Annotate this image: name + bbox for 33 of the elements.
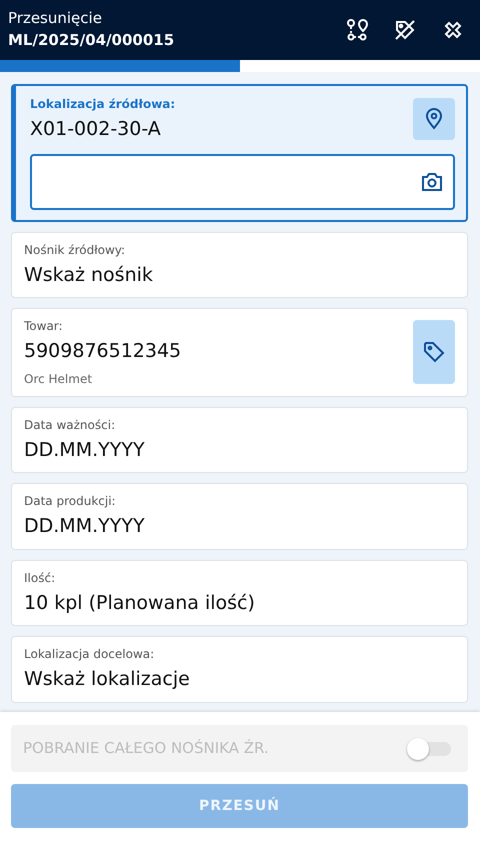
close-icon <box>442 19 464 41</box>
route-icon <box>346 18 368 42</box>
field-label: Towar: <box>24 318 64 335</box>
field-value: Wskaż nośnik <box>24 262 154 288</box>
field-label: Nośnik źródłowy: <box>24 242 126 258</box>
field-card[interactable]: Towar: 5909876512345 Orc Helmet <box>11 308 468 396</box>
camera-icon[interactable] <box>421 172 443 192</box>
field-card[interactable]: Data produkcji: DD.MM.YYYY <box>11 483 468 550</box>
field-value: X01-002-30-A <box>30 117 162 142</box>
document-number: ML/2025/04/000015 <box>8 30 176 50</box>
product-name: Orc Helmet <box>24 370 94 388</box>
scan-field[interactable] <box>30 154 455 210</box>
field-card[interactable]: Lokalizacja docelowa: Wskaż lokalizacje <box>11 636 468 702</box>
field-label: Data ważności: <box>24 416 116 434</box>
field-value: 5909876512345 <box>24 339 182 364</box>
field-label: Lokalizacja źródłowa: <box>30 96 176 113</box>
tag-icon <box>423 341 445 364</box>
field-card[interactable]: Lokalizacja źródłowa: X01-002-30-A <box>11 84 468 222</box>
field-label: Ilość: <box>24 570 56 586</box>
location-pin-icon <box>425 108 443 130</box>
field-value: DD.MM.YYYY <box>24 438 146 462</box>
field-card[interactable]: Nośnik źródłowy: Wskaż nośnik <box>11 232 468 298</box>
location-button[interactable] <box>413 98 455 140</box>
crossed-tag-icon <box>393 18 417 42</box>
field-value: 10 kpl (Planowana ilość) <box>24 590 256 616</box>
field-value: Wskaż lokalizacje <box>24 667 191 692</box>
field-card[interactable]: Ilość: 10 kpl (Planowana ilość) <box>11 560 468 626</box>
field-label: Lokalizacja docelowa: <box>24 646 156 663</box>
screen-title: Przesunięcie <box>8 9 103 28</box>
field-label: Data produkcji: <box>24 493 117 510</box>
product-button[interactable] <box>413 320 455 384</box>
field-value: DD.MM.YYYY <box>24 514 146 539</box>
field-card[interactable]: Data ważności: DD.MM.YYYY <box>11 406 468 473</box>
